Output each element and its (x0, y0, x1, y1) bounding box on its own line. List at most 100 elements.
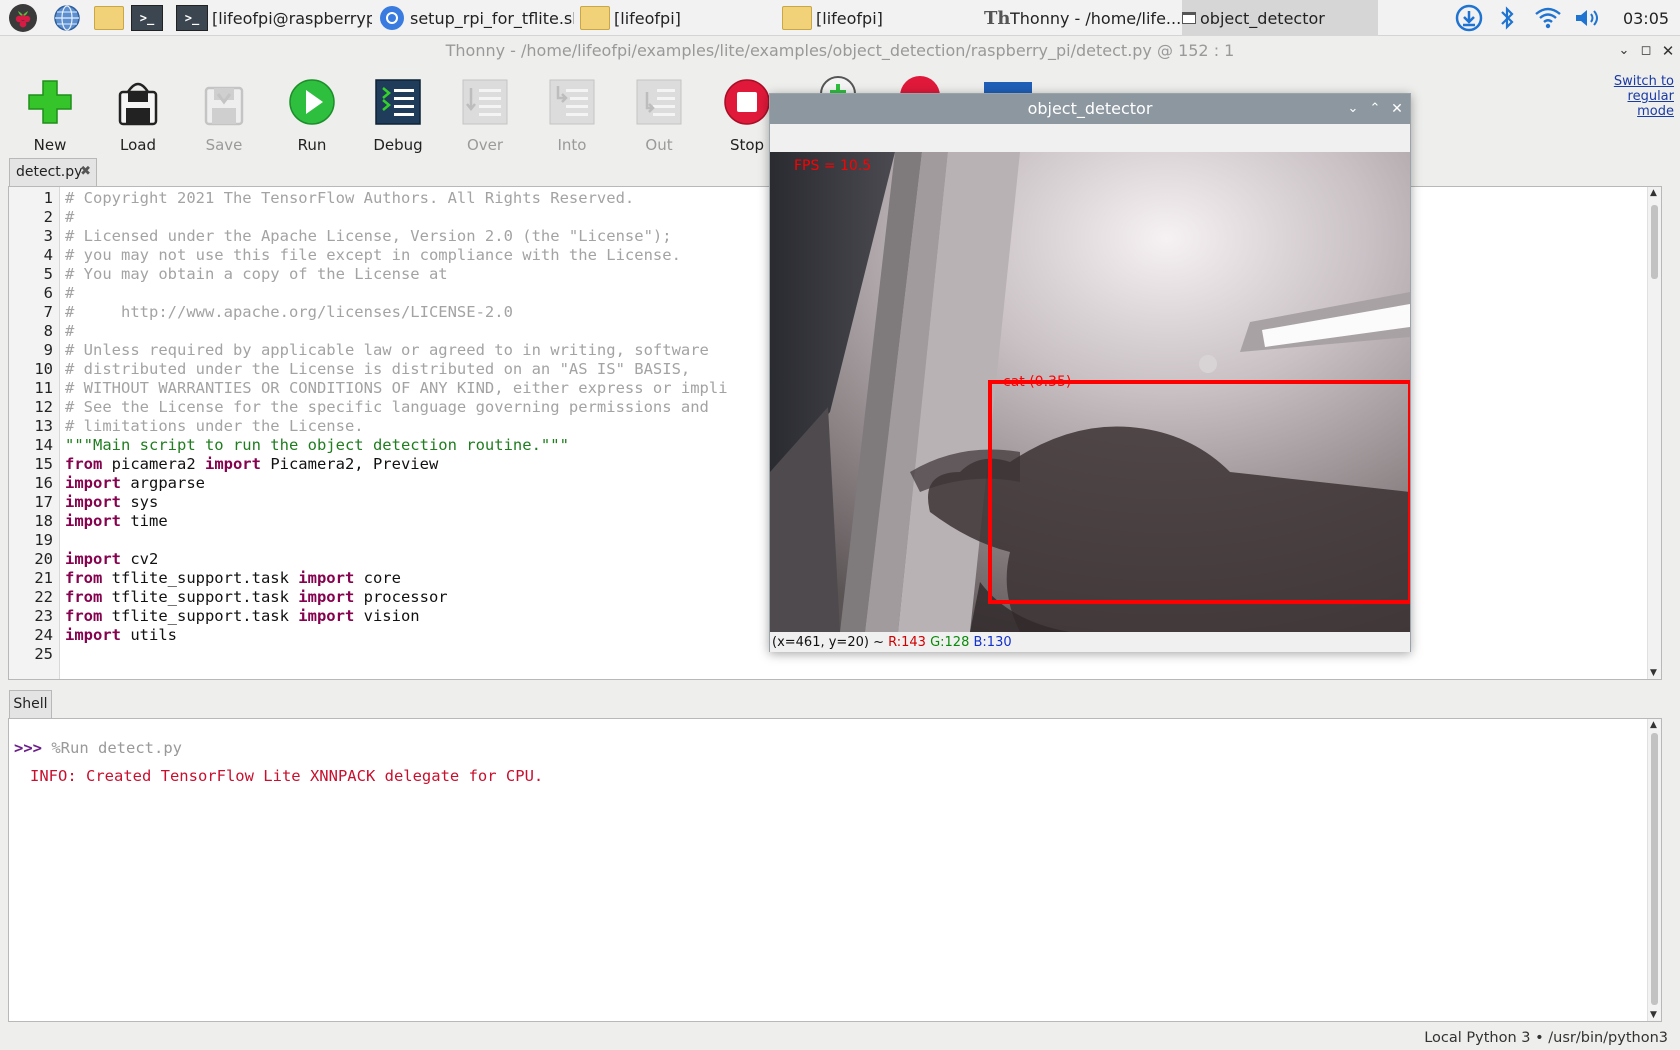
taskbar-item-browser[interactable]: setup_rpi_for_tflite.sh... (378, 0, 574, 36)
code-token: tflite_support.task (102, 607, 299, 625)
code-token: # Licensed under the Apache License, Ver… (65, 227, 672, 245)
tab-label: detect.py (16, 164, 83, 180)
run-button[interactable]: Run (272, 74, 352, 154)
step-over-label: Over (466, 136, 504, 154)
code-token: # you may not use this file except in co… (65, 246, 681, 264)
code-token: import (65, 626, 121, 644)
step-over-button[interactable]: Over (445, 74, 525, 154)
code-token: argparse (121, 474, 205, 492)
updater-tray[interactable] (1452, 0, 1486, 36)
editor-scrollbar[interactable]: ▲ ▼ (1647, 187, 1661, 679)
editor-scroll-thumb[interactable] (1651, 205, 1658, 279)
close-icon[interactable]: ✕ (1388, 94, 1406, 124)
object-detector-window[interactable]: object_detector ⌄ ⌃ ✕ FPS = 10.5 cat (0.… (769, 93, 1411, 652)
tab-detect-py[interactable]: detect.py ✖ (9, 158, 97, 186)
chevron-up-icon[interactable]: ⌃ (1366, 94, 1384, 124)
web-browser-launcher[interactable] (50, 0, 84, 36)
bluetooth-icon (1501, 6, 1514, 30)
code-line: import argparse (65, 474, 205, 493)
debug-icon (375, 79, 421, 125)
taskbar-item-thonny[interactable]: Th Thonny - /home/life... (984, 0, 1180, 36)
taskbar-item-label: setup_rpi_for_tflite.sh... (410, 8, 574, 28)
shell-scroll-thumb[interactable] (1651, 733, 1658, 1005)
close-window-button[interactable]: ✕ (1658, 36, 1678, 66)
code-line: import time (65, 512, 168, 531)
save-button[interactable]: Save (184, 74, 264, 154)
folder-icon (782, 6, 812, 30)
taskbar-item-label: object_detector (1200, 8, 1325, 28)
globe-icon (54, 5, 80, 31)
code-line: # (65, 284, 74, 303)
wifi-icon (1535, 7, 1561, 29)
code-line: from picamera2 import Picamera2, Preview (65, 455, 438, 474)
code-line: # (65, 208, 74, 227)
bluetooth-tray[interactable] (1492, 0, 1522, 36)
code-line: import cv2 (65, 550, 158, 569)
scroll-down-icon[interactable]: ▼ (1650, 1010, 1657, 1020)
wifi-tray[interactable] (1530, 0, 1566, 36)
minimize-button[interactable]: ⌄ (1614, 36, 1634, 66)
line-number: 20 (34, 550, 53, 568)
debug-button[interactable]: Debug (358, 74, 438, 154)
code-token: # (65, 284, 75, 302)
play-icon (289, 79, 335, 125)
run-button-label: Run (297, 136, 327, 154)
scroll-up-icon[interactable]: ▲ (1650, 720, 1657, 730)
load-button[interactable]: Load (98, 74, 178, 154)
line-number: 5 (43, 265, 53, 283)
code-token: picamera2 (102, 455, 205, 473)
taskbar-item-label: [lifeofpi] (816, 8, 883, 28)
code-token: # limitations under the License. (65, 417, 364, 435)
line-number: 11 (34, 379, 53, 397)
code-token: from (65, 607, 103, 625)
line-number: 10 (34, 360, 53, 378)
line-number: 13 (34, 417, 53, 435)
shell-prompt: >>> (14, 739, 42, 757)
raspberry-pi-icon (9, 4, 37, 32)
shell-console[interactable]: >>> %Run detect.py INFO: Created TensorF… (8, 718, 1662, 1022)
speaker-icon (1576, 10, 1598, 26)
maximize-button[interactable]: ◻ (1636, 36, 1656, 66)
taskbar-item-terminal[interactable]: >_ [lifeofpi@raspberrypi:... (176, 0, 372, 36)
tab-shell[interactable]: Shell (9, 690, 52, 719)
volume-tray[interactable] (1570, 0, 1606, 36)
folder-icon (94, 6, 124, 30)
shell-scrollbar[interactable]: ▲ ▼ (1647, 719, 1661, 1021)
line-number: 9 (43, 341, 53, 359)
switch-mode-link[interactable]: Switch to regular mode (1594, 74, 1674, 119)
load-button-label: Load (120, 136, 156, 154)
code-token: # See the License for the specific langu… (65, 398, 709, 416)
code-token: # (65, 208, 75, 226)
new-button[interactable]: New (10, 74, 90, 154)
file-manager-launcher[interactable] (92, 0, 126, 36)
raspberry-menu-button[interactable] (4, 0, 42, 36)
code-token: Picamera2, Preview (260, 455, 439, 473)
taskbar-item-object-detector[interactable]: object_detector (1182, 0, 1378, 36)
code-token: import (65, 550, 121, 568)
scroll-up-icon[interactable]: ▲ (1650, 188, 1657, 198)
line-number: 15 (34, 455, 53, 473)
line-number: 7 (43, 303, 53, 321)
close-tab-icon[interactable]: ✖ (80, 159, 91, 185)
code-token: time (121, 512, 168, 530)
step-out-button[interactable]: Out (619, 74, 699, 154)
scroll-down-icon[interactable]: ▼ (1650, 668, 1657, 678)
detection-label: cat (0.35) (1003, 374, 1072, 390)
code-line: import utils (65, 626, 177, 645)
taskbar-item-folder[interactable]: [lifeofpi] (580, 0, 776, 36)
download-icon (1455, 4, 1483, 32)
code-line: from tflite_support.task import vision (65, 607, 420, 626)
shell-output: INFO: Created TensorFlow Lite XNNPACK de… (30, 767, 544, 785)
line-number: 6 (43, 284, 53, 302)
object-detector-titlebar[interactable]: object_detector ⌄ ⌃ ✕ (770, 94, 1410, 124)
camera-preview[interactable]: FPS = 10.5 cat (0.35) (770, 152, 1410, 632)
code-token: """Main script to run the object detecti… (65, 436, 569, 454)
taskbar-item-label: Thonny - /home/life... (1010, 8, 1180, 28)
taskbar-item-folder[interactable]: [lifeofpi] (782, 0, 978, 36)
interpreter-status[interactable]: Local Python 3 • /usr/bin/python3 (0, 1026, 1680, 1050)
terminal-launcher[interactable]: >_ (130, 0, 164, 36)
chevron-down-icon[interactable]: ⌄ (1344, 94, 1362, 124)
step-into-button[interactable]: Into (532, 74, 612, 154)
clock[interactable]: 03:05 (1616, 0, 1676, 36)
code-token: import (298, 569, 355, 587)
